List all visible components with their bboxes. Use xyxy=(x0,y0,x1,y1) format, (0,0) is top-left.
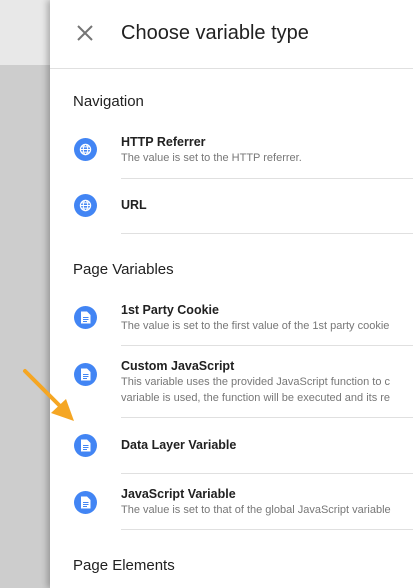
item-name: HTTP Referrer xyxy=(121,135,206,149)
divider xyxy=(121,178,413,179)
panel-title: Choose variable type xyxy=(121,22,309,44)
item-description: The value is set to the HTTP referrer. xyxy=(121,152,302,164)
item-name: Data Layer Variable xyxy=(121,438,237,452)
item-name: Custom JavaScript xyxy=(121,359,235,373)
item-description: This variable uses the provided JavaScri… xyxy=(121,376,391,388)
item-name: URL xyxy=(121,198,147,212)
divider xyxy=(121,473,413,474)
variable-type-1st-party-cookie[interactable]: 1st Party Cookie The value is set to the… xyxy=(50,296,413,342)
panel-header: Choose variable type xyxy=(50,0,413,69)
variable-type-data-layer-variable[interactable]: Data Layer Variable xyxy=(50,421,413,471)
variable-type-http-referrer[interactable]: HTTP Referrer The value is set to the HT… xyxy=(50,128,413,180)
divider xyxy=(121,417,413,418)
section-title-page-elements: Page Elements xyxy=(73,557,175,574)
document-icon xyxy=(74,434,97,457)
globe-icon xyxy=(74,194,97,217)
item-description: The value is set to that of the global J… xyxy=(121,504,391,516)
section-title-page-variables: Page Variables xyxy=(73,261,174,278)
variable-type-url[interactable]: URL xyxy=(50,185,413,231)
document-icon xyxy=(74,491,97,514)
divider xyxy=(121,233,413,234)
item-description-line-2: variable is used, the function will be e… xyxy=(121,392,391,404)
item-name: JavaScript Variable xyxy=(121,487,236,501)
annotation-arrow-icon xyxy=(20,368,80,433)
section-title-navigation: Navigation xyxy=(73,93,144,110)
divider xyxy=(121,529,413,530)
item-name: 1st Party Cookie xyxy=(121,303,219,317)
divider xyxy=(121,345,413,346)
globe-icon xyxy=(74,138,97,161)
variable-type-custom-javascript[interactable]: Custom JavaScript This variable uses the… xyxy=(50,352,413,416)
document-icon xyxy=(74,306,97,329)
variable-type-javascript-variable[interactable]: JavaScript Variable The value is set to … xyxy=(50,480,413,528)
background-page xyxy=(0,65,50,588)
item-description: The value is set to the first value of t… xyxy=(121,320,390,332)
close-icon[interactable] xyxy=(74,22,96,44)
choose-variable-type-panel: Choose variable type Navigation HTTP Ref… xyxy=(50,0,413,588)
